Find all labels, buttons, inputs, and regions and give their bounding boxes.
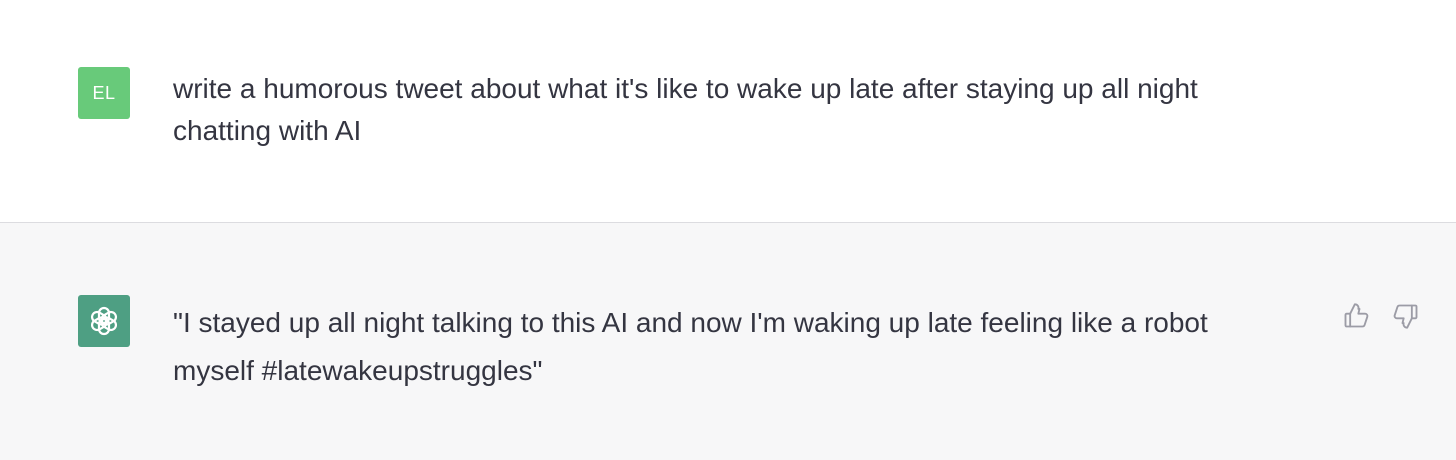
assistant-message-row: "I stayed up all night talking to this A…: [0, 223, 1456, 460]
user-message-row: EL write a humorous tweet about what it'…: [0, 0, 1456, 223]
openai-logo-icon: [90, 306, 118, 336]
assistant-avatar: [78, 295, 130, 347]
user-avatar: EL: [78, 67, 130, 119]
feedback-buttons: [1342, 302, 1420, 330]
thumbs-down-icon: [1393, 304, 1418, 329]
user-avatar-initials: EL: [92, 82, 116, 103]
thumbs-up-icon: [1344, 303, 1369, 328]
thumbs-down-button[interactable]: [1392, 302, 1420, 330]
user-message-text: write a humorous tweet about what it's l…: [173, 73, 1206, 146]
assistant-message-text: "I stayed up all night talking to this A…: [173, 307, 1216, 386]
thumbs-up-button[interactable]: [1342, 302, 1370, 330]
conversation: EL write a humorous tweet about what it'…: [0, 0, 1456, 460]
